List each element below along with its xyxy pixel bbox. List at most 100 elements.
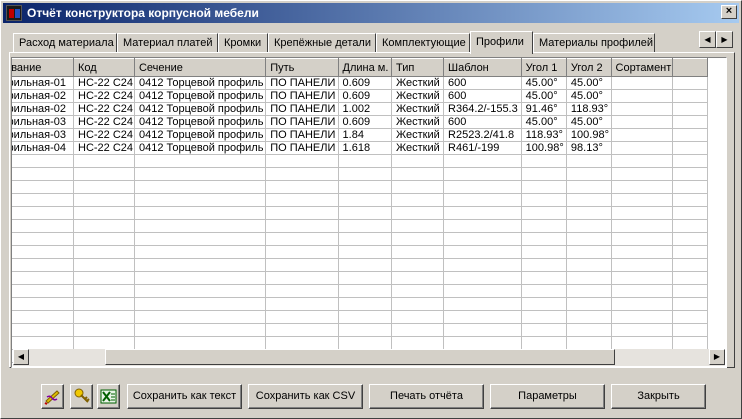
- table-cell: 1.618: [338, 141, 393, 155]
- save-as-csv-button[interactable]: Сохранить как CSV: [248, 384, 363, 409]
- column-header[interactable]: Шаблон: [443, 58, 522, 77]
- table-cell: 600: [443, 76, 522, 90]
- empty-row[interactable]: [12, 323, 709, 337]
- table-cell: [12, 271, 74, 285]
- empty-row[interactable]: [12, 271, 709, 285]
- table-cell: [134, 271, 267, 285]
- table-cell: [611, 245, 673, 259]
- empty-row[interactable]: [12, 284, 709, 298]
- table-cell: [338, 232, 393, 246]
- table-cell: [566, 180, 612, 194]
- table-cell: НС-22 С24: [73, 115, 135, 129]
- table-cell: [265, 271, 339, 285]
- scroll-left-icon[interactable]: ◀: [13, 349, 29, 365]
- column-header[interactable]: Код: [73, 58, 135, 77]
- column-header[interactable]: Угол 1: [520, 58, 567, 77]
- tab-profile-materials[interactable]: Материалы профилей: [533, 33, 655, 53]
- table-row[interactable]: офильная-03НС-22 С240412 Торцевой профил…: [12, 115, 709, 129]
- table-cell: [12, 323, 74, 337]
- table-cell: [73, 271, 135, 285]
- close-dialog-button[interactable]: Закрыть: [611, 384, 706, 409]
- save-as-text-button[interactable]: Сохранить как текст: [127, 384, 242, 409]
- table-cell: [338, 154, 393, 168]
- excel-icon[interactable]: [97, 384, 120, 409]
- column-header[interactable]: нование: [12, 58, 74, 77]
- table-cell: [672, 323, 709, 337]
- table-cell: [611, 167, 673, 181]
- column-header[interactable]: Угол 2: [565, 58, 612, 77]
- scroll-right-icon[interactable]: ▶: [709, 349, 725, 365]
- table-row[interactable]: офильная-01НС-22 С240412 Торцевой профил…: [12, 76, 709, 90]
- empty-row[interactable]: [12, 219, 709, 233]
- table-cell: [566, 193, 612, 207]
- column-header[interactable]: Длина м.: [337, 58, 393, 77]
- empty-row[interactable]: [12, 180, 709, 194]
- table-cell: [12, 232, 74, 246]
- column-header[interactable]: Сортамент: [610, 58, 673, 77]
- table-cell: [12, 297, 74, 311]
- empty-row[interactable]: [12, 336, 709, 350]
- table-row[interactable]: офильная-02НС-22 С240412 Торцевой профил…: [12, 102, 709, 116]
- profiles-grid[interactable]: нование Код Сечение Путь Длина м. Тип Ша…: [11, 57, 727, 368]
- table-cell: [443, 245, 522, 259]
- empty-row[interactable]: [12, 245, 709, 259]
- table-cell: [611, 336, 673, 350]
- empty-row[interactable]: [12, 297, 709, 311]
- close-button[interactable]: ×: [721, 5, 737, 19]
- tab-panel-material[interactable]: Материал платей: [117, 33, 218, 53]
- table-cell: 0412 Торцевой профиль: [134, 102, 267, 116]
- tab-scroll-left-icon[interactable]: ◀: [699, 31, 716, 48]
- empty-row[interactable]: [12, 154, 709, 168]
- column-header[interactable]: Путь: [265, 58, 339, 77]
- table-cell: [12, 193, 74, 207]
- table-cell: [611, 219, 673, 233]
- table-cell: [12, 245, 74, 259]
- table-cell: [391, 258, 445, 272]
- column-header[interactable]: Сечение: [133, 58, 267, 77]
- table-row[interactable]: офильная-03НС-22 С240412 Торцевой профил…: [12, 128, 709, 142]
- print-report-button[interactable]: Печать отчёта: [369, 384, 484, 409]
- empty-row[interactable]: [12, 193, 709, 207]
- table-cell: [521, 297, 567, 311]
- scroll-thumb[interactable]: [105, 349, 615, 365]
- tab-scroll-right-icon[interactable]: ▶: [716, 31, 733, 48]
- parameters-button[interactable]: Параметры: [490, 384, 605, 409]
- tab-profiles[interactable]: Профили: [470, 31, 533, 54]
- horizontal-scrollbar[interactable]: ◀ ▶: [13, 349, 725, 366]
- table-cell: [521, 271, 567, 285]
- key-icon[interactable]: [70, 384, 93, 409]
- empty-row[interactable]: [12, 206, 709, 220]
- table-cell: [672, 154, 709, 168]
- table-cell: [265, 219, 339, 233]
- table-cell: [265, 297, 339, 311]
- table-row[interactable]: офильная-04НС-22 С240412 Торцевой профил…: [12, 141, 709, 155]
- table-cell: [265, 310, 339, 324]
- table-cell: 100.98°: [521, 141, 567, 155]
- table-cell: [566, 232, 612, 246]
- table-cell: [443, 258, 522, 272]
- table-cell: 100.98°: [566, 128, 612, 142]
- empty-row[interactable]: [12, 167, 709, 181]
- table-cell: [672, 219, 709, 233]
- title-bar[interactable]: Отчёт конструктора корпусной мебели ×: [3, 3, 739, 23]
- table-cell: 45.00°: [521, 115, 567, 129]
- tab-fasteners[interactable]: Крепёжные детали: [268, 33, 376, 53]
- table-cell: НС-22 С24: [73, 76, 135, 90]
- column-header[interactable]: Тип: [390, 58, 445, 77]
- empty-row[interactable]: [12, 232, 709, 246]
- tab-edges[interactable]: Кромки: [218, 33, 268, 53]
- table-cell: [265, 232, 339, 246]
- empty-row[interactable]: [12, 310, 709, 324]
- table-cell: [73, 297, 135, 311]
- table-cell: [338, 219, 393, 233]
- table-cell: [338, 193, 393, 207]
- tab-material-consumption[interactable]: Расход материала: [13, 33, 117, 53]
- table-cell: [443, 297, 522, 311]
- table-cell: [391, 167, 445, 181]
- empty-row[interactable]: [12, 258, 709, 272]
- table-cell: [134, 180, 267, 194]
- edit-icon[interactable]: [41, 384, 64, 409]
- tab-accessories[interactable]: Комплектующие: [376, 33, 470, 53]
- table-cell: [73, 206, 135, 220]
- table-row[interactable]: офильная-02НС-22 С240412 Торцевой профил…: [12, 89, 709, 103]
